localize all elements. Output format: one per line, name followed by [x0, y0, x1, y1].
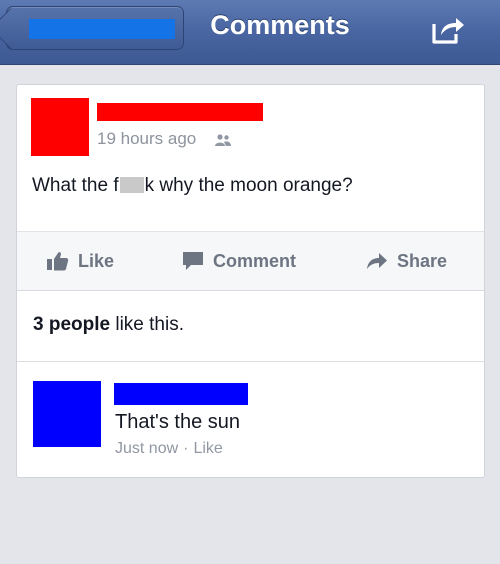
comment-button[interactable]: Comment	[182, 232, 296, 290]
author-name-redacted[interactable]	[97, 103, 263, 121]
page-title: Comments	[210, 10, 350, 40]
post-text-start: What the f	[32, 175, 119, 196]
friends-icon	[214, 133, 232, 147]
post-card: 19 hours ago What the f k why the moon or…	[16, 84, 485, 478]
comment-like-link[interactable]: Like	[193, 440, 222, 457]
post-timestamp[interactable]: 19 hours ago	[97, 129, 196, 149]
censored-blur	[119, 177, 144, 193]
back-button[interactable]	[0, 6, 184, 50]
comment-meta: Just now · Like	[115, 440, 223, 458]
likes-text: 3 people like this.	[33, 314, 184, 336]
thumbs-up-icon	[47, 252, 69, 271]
commenter-name-redacted[interactable]	[114, 383, 248, 405]
speech-bubble-icon	[183, 252, 203, 270]
comment-label: Comment	[213, 250, 297, 271]
meta-separator: ·	[183, 440, 189, 457]
share-label: Share	[397, 250, 448, 271]
back-arrow-icon	[0, 7, 32, 50]
comment-time: Just now	[115, 440, 179, 457]
like-label: Like	[78, 250, 115, 271]
likes-suffix: like this.	[110, 314, 184, 335]
nav-bar: Comments	[0, 0, 500, 65]
post-action-bar: Like Comment Share	[17, 231, 484, 291]
author-avatar-redacted[interactable]	[31, 98, 89, 156]
post-text-end: k why the moon orange?	[144, 175, 353, 196]
share-arrow-icon	[367, 253, 387, 269]
post-text: What the f k why the moon orange?	[32, 175, 353, 197]
likes-count[interactable]: 3 people	[33, 314, 110, 335]
likes-summary[interactable]: 3 people like this.	[17, 291, 484, 362]
comment-text: That's the sun	[115, 411, 240, 433]
commenter-avatar-redacted[interactable]	[33, 381, 101, 447]
share-button[interactable]: Share	[366, 232, 447, 290]
back-label-redaction	[29, 19, 175, 39]
share-out-icon[interactable]	[430, 14, 466, 46]
like-button[interactable]: Like	[47, 232, 114, 290]
